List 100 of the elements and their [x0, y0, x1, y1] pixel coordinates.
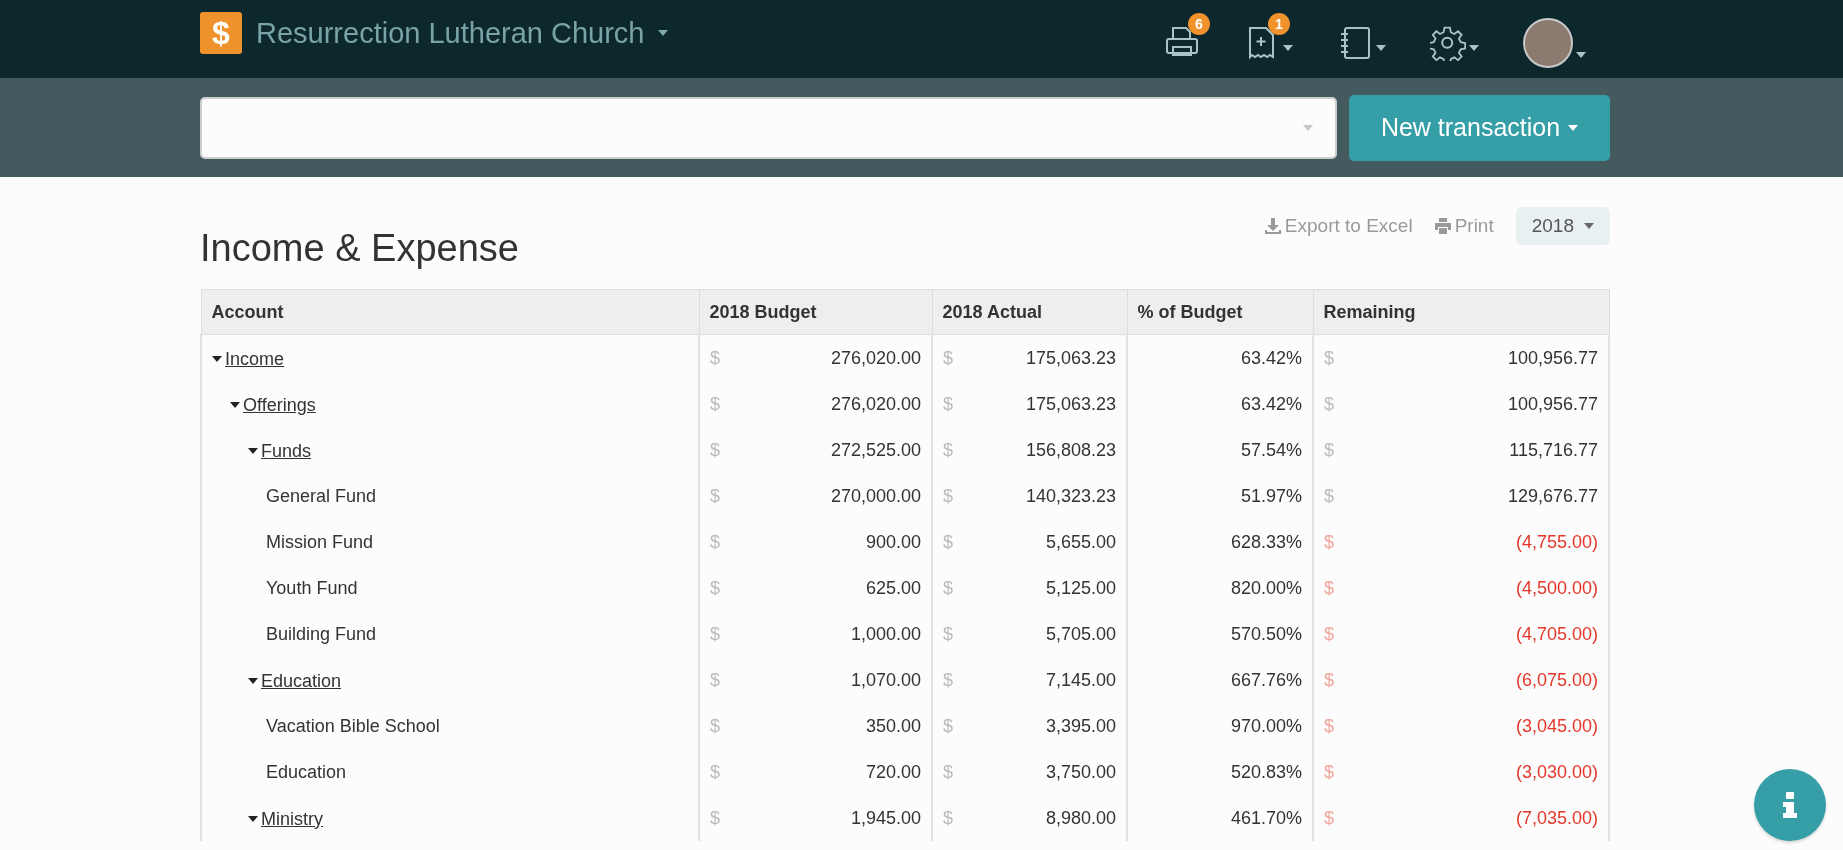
currency-symbol: $	[710, 531, 720, 553]
download-icon	[1264, 218, 1281, 234]
account-name: Building Fund	[266, 623, 377, 644]
currency-symbol: $	[1324, 485, 1334, 507]
dropdown-caret-icon	[1303, 124, 1313, 131]
currency-symbol: $	[943, 439, 953, 461]
amount: 3,750.00	[1045, 761, 1116, 783]
account-group-link[interactable]: Income	[212, 348, 285, 370]
currency-symbol: $	[1324, 577, 1334, 599]
currency-symbol: $	[943, 531, 953, 553]
amount: 7,145.00	[1045, 669, 1116, 691]
account-name: General Fund	[266, 485, 377, 506]
table-cell: 57.54%	[1240, 439, 1302, 460]
table-cell: 570.50%	[1230, 623, 1302, 644]
count-badge: 6	[1188, 13, 1210, 35]
search-field[interactable]	[200, 96, 1337, 159]
amount: 129,676.77	[1507, 485, 1598, 507]
caret-icon	[248, 816, 258, 823]
currency-symbol: $	[943, 623, 953, 645]
amount: 156,808.23	[1025, 439, 1116, 461]
currency-symbol: $	[943, 715, 953, 737]
account-group-link[interactable]: Education	[248, 670, 342, 692]
currency-symbol: $	[710, 485, 720, 507]
amount: (7,035.00)	[1515, 807, 1598, 829]
amount: 350.00	[865, 715, 921, 737]
currency-symbol: $	[1324, 715, 1334, 737]
caret-icon	[248, 678, 258, 685]
table-cell: 63.42%	[1240, 347, 1302, 368]
table-cell: 520.83%	[1230, 761, 1302, 782]
currency-symbol: $	[1324, 761, 1334, 783]
column-header: % of Budget	[1137, 301, 1243, 322]
column-header: 2018 Budget	[709, 301, 817, 322]
currency-symbol: $	[1324, 531, 1334, 553]
amount: (4,755.00)	[1515, 531, 1598, 553]
currency-symbol: $	[943, 761, 953, 783]
amount: 5,705.00	[1045, 623, 1116, 645]
printer-icon	[1434, 218, 1451, 234]
currency-symbol: $	[710, 761, 720, 783]
currency-symbol: $	[1324, 669, 1334, 691]
currency-symbol: $	[710, 393, 720, 415]
amount: 5,655.00	[1045, 531, 1116, 553]
currency-symbol: $	[710, 439, 720, 461]
organization-menu[interactable]: $ Resurrection Lutheran Church	[200, 12, 669, 54]
avatar	[1523, 18, 1573, 68]
amount: (6,075.00)	[1515, 669, 1598, 691]
currency-symbol: $	[710, 623, 720, 645]
year-dropdown[interactable]: 2018	[1515, 207, 1610, 245]
column-header: Account	[211, 301, 284, 322]
page-title: Income & Expense	[200, 227, 519, 270]
amount: 175,063.23	[1025, 347, 1116, 369]
info-button[interactable]	[1754, 769, 1826, 841]
currency-symbol: $	[1324, 347, 1334, 369]
account-name: Mission Fund	[266, 531, 374, 552]
caret-icon	[248, 448, 258, 455]
gear-icon	[1430, 25, 1466, 61]
table-cell: 667.76%	[1230, 669, 1302, 690]
table-cell: 820.00%	[1230, 577, 1302, 598]
currency-symbol: $	[710, 807, 720, 829]
caret-icon	[230, 402, 240, 409]
amount: 276,020.00	[830, 393, 921, 415]
column-header: 2018 Actual	[942, 301, 1042, 322]
amount: (3,030.00)	[1515, 761, 1598, 783]
account-group-link[interactable]: Offerings	[230, 394, 316, 416]
currency-symbol: $	[943, 669, 953, 691]
currency-symbol: $	[943, 807, 953, 829]
currency-symbol: $	[710, 577, 720, 599]
amount: (4,705.00)	[1515, 623, 1598, 645]
account-name: Vacation Bible School	[266, 715, 440, 736]
info-icon	[1782, 792, 1798, 818]
table-cell: 51.97%	[1240, 485, 1302, 506]
table-cell: 63.42%	[1240, 393, 1302, 414]
amount: 1,070.00	[850, 669, 921, 691]
table-cell: 970.00%	[1230, 715, 1302, 736]
currency-symbol: $	[1324, 439, 1334, 461]
amount: 3,395.00	[1045, 715, 1116, 737]
table-cell: 628.33%	[1230, 531, 1302, 552]
account-name: Youth Fund	[266, 577, 358, 598]
amount: 100,956.77	[1507, 393, 1598, 415]
currency-symbol: $	[943, 393, 953, 415]
currency-symbol: $	[943, 347, 953, 369]
count-badge: 1	[1268, 13, 1290, 35]
account-group-link[interactable]: Funds	[248, 440, 312, 462]
currency-symbol: $	[943, 485, 953, 507]
account-name: Education	[266, 761, 347, 782]
account-group-link[interactable]: Ministry	[248, 808, 323, 830]
amount: 5,125.00	[1045, 577, 1116, 599]
currency-symbol: $	[710, 669, 720, 691]
app-logo: $	[200, 12, 242, 54]
amount: 8,980.00	[1045, 807, 1116, 829]
amount: 270,000.00	[830, 485, 921, 507]
amount: 1,945.00	[850, 807, 921, 829]
currency-symbol: $	[1324, 393, 1334, 415]
amount: 1,000.00	[850, 623, 921, 645]
column-header: Remaining	[1323, 301, 1416, 322]
caret-icon	[658, 30, 669, 36]
amount: 115,716.77	[1509, 439, 1598, 461]
currency-symbol: $	[1324, 807, 1334, 829]
amount: 272,525.00	[830, 439, 921, 461]
amount: 625.00	[865, 577, 921, 599]
currency-symbol: $	[943, 577, 953, 599]
